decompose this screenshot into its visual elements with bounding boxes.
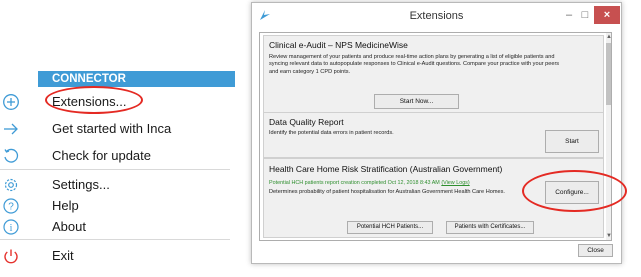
minimize-button[interactable]: – — [562, 6, 576, 24]
extension-description: Identify the potential data errors in pa… — [269, 130, 394, 136]
extension-title: Clinical e-Audit – NPS MedicineWise — [269, 40, 408, 50]
patients-with-certificates-button[interactable]: Patients with Certificates... — [446, 221, 534, 234]
highlight-oval-configure — [522, 170, 627, 212]
menu-header: CONNECTOR — [38, 71, 235, 87]
status-text: Potential HCH patients report creation c… — [269, 180, 440, 186]
menu-item-label: Help — [52, 198, 79, 213]
window-titlebar[interactable]: Extensions – □ × — [252, 3, 621, 29]
menu-item-label: Check for update — [52, 148, 152, 163]
scroll-down-icon[interactable]: ▼ — [606, 232, 611, 240]
close-button[interactable]: Close — [578, 244, 613, 257]
extensions-window: Extensions – □ × Clinical e-Audit – NPS … — [251, 2, 622, 264]
menu-item-check-update[interactable]: Check for update — [0, 143, 235, 169]
menu-item-label: Settings... — [52, 177, 110, 192]
potential-hch-patients-button[interactable]: Potential HCH Patients... — [347, 221, 433, 234]
menu-item-label: About — [52, 219, 86, 234]
power-icon — [4, 249, 18, 264]
vertical-scrollbar[interactable]: ▲ ▼ — [606, 33, 611, 240]
svg-text:?: ? — [8, 202, 14, 213]
info-icon: i — [3, 219, 19, 235]
svg-text:i: i — [10, 223, 13, 234]
scroll-up-icon[interactable]: ▲ — [606, 33, 611, 41]
scrollbar-thumb[interactable] — [606, 43, 611, 105]
arrow-right-icon — [4, 123, 18, 135]
view-logs-link[interactable]: (View Logs) — [441, 180, 469, 186]
highlight-oval-extensions — [45, 86, 143, 114]
start-button[interactable]: Start — [545, 130, 599, 153]
menu-item-exit[interactable]: Exit — [0, 243, 235, 269]
extension-title: Health Care Home Risk Stratification (Au… — [269, 164, 503, 174]
extension-description: Determines probability of patient hospit… — [269, 189, 505, 195]
extension-title: Data Quality Report — [269, 117, 344, 127]
extension-card-data-quality: Data Quality Report Identify the potenti… — [263, 112, 604, 158]
screenshot-stage: CONNECTOR Extensions... Get started with… — [0, 0, 641, 277]
menu-item-label: Exit — [52, 248, 74, 263]
refresh-icon — [4, 148, 19, 163]
maximize-button[interactable]: □ — [578, 6, 592, 24]
menu-item-about[interactable]: i About — [0, 214, 235, 240]
question-icon: ? — [3, 198, 19, 214]
menu-separator — [0, 169, 230, 170]
extension-description: Review management of your patients and p… — [269, 54, 560, 75]
extension-card-clinical-e-audit: Clinical e-Audit – NPS MedicineWise Revi… — [263, 35, 604, 115]
plus-circle-icon — [3, 94, 19, 110]
menu-item-get-started[interactable]: Get started with Inca — [0, 116, 235, 142]
start-now-button[interactable]: Start Now... — [374, 94, 459, 109]
menu-separator — [0, 239, 230, 240]
window-close-button[interactable]: × — [594, 6, 620, 24]
extension-status: Potential HCH patients report creation c… — [269, 180, 470, 186]
gear-icon — [4, 178, 18, 192]
menu-item-label: Get started with Inca — [52, 121, 172, 136]
